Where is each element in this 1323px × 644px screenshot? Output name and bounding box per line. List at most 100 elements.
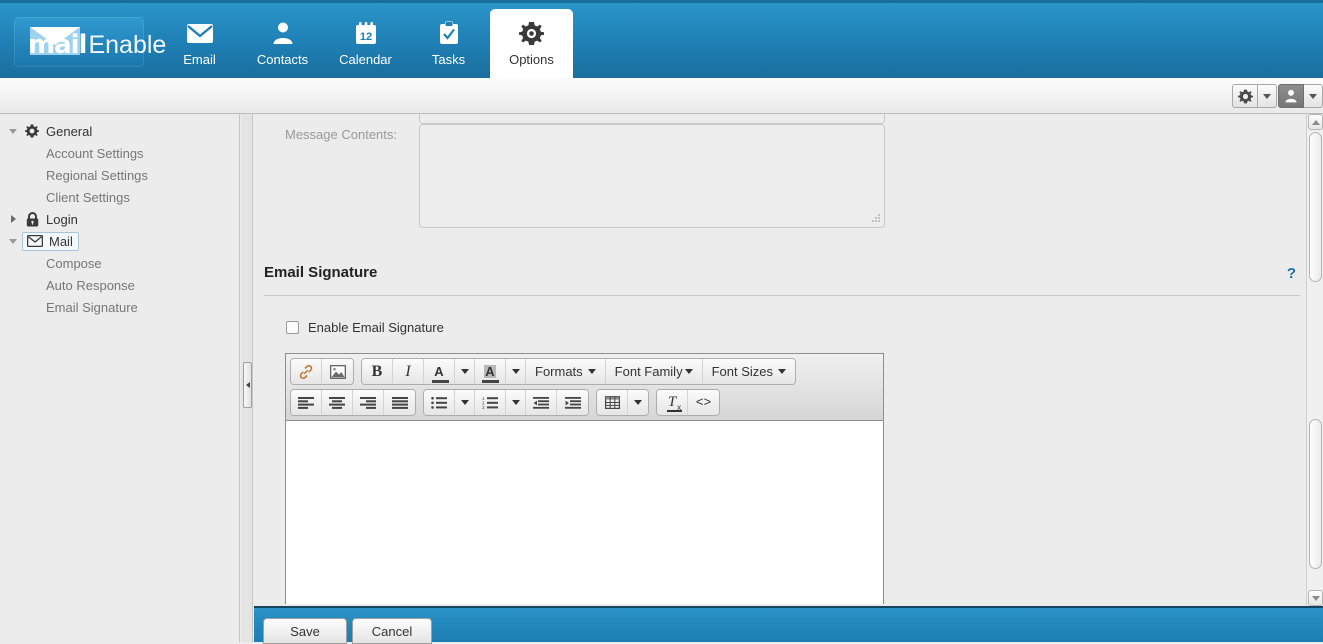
cancel-button[interactable]: Cancel (352, 618, 432, 644)
save-button[interactable]: Save (263, 618, 347, 644)
insert-image-button[interactable] (322, 359, 353, 384)
gear-icon[interactable] (1232, 84, 1258, 108)
panel-splitter[interactable] (241, 114, 253, 642)
calendar-icon: 12 (354, 18, 378, 48)
clipboard-check-icon (438, 18, 460, 48)
bullet-list-caret[interactable] (455, 390, 475, 415)
mailenable-logo: mail Enable (14, 17, 166, 67)
gear-icon (22, 124, 42, 138)
sidebar-group-login[interactable]: Login (0, 208, 239, 230)
chevron-down-icon[interactable] (1304, 84, 1323, 108)
expander-down-icon[interactable] (4, 128, 22, 134)
options-sidebar: General Account Settings Regional Settin… (0, 114, 240, 642)
bold-button[interactable]: B (362, 359, 393, 384)
editor-toolbar-row-2: 123 (290, 389, 879, 416)
nav-tab-tasks[interactable]: Tasks (407, 9, 490, 81)
sidebar-item-client-settings[interactable]: Client Settings (0, 186, 239, 208)
enable-email-signature-label: Enable Email Signature (308, 320, 444, 335)
scrollbar-thumb-lower[interactable] (1309, 419, 1322, 569)
numbered-list-button[interactable]: 123 (475, 390, 506, 415)
align-justify-button[interactable] (384, 390, 415, 415)
table-caret[interactable] (628, 390, 648, 415)
nav-tab-calendar-label: Calendar (339, 52, 392, 67)
signature-editor-body[interactable] (286, 421, 883, 569)
sidebar-item-auto-response[interactable]: Auto Response (0, 274, 239, 296)
background-color-caret[interactable] (506, 359, 526, 384)
secondary-toolbar (0, 78, 1323, 114)
enable-email-signature-checkbox[interactable] (286, 321, 299, 334)
sidebar-item-regional-settings[interactable]: Regional Settings (0, 164, 239, 186)
settings-split-button[interactable] (1232, 84, 1277, 108)
font-family-menu-label: Font Family (614, 364, 683, 379)
content-vertical-scrollbar[interactable] (1306, 114, 1323, 606)
editor-group-alignment (290, 389, 416, 416)
indent-button[interactable] (557, 390, 588, 415)
align-center-button[interactable] (322, 390, 353, 415)
editor-toolbar: B I A A Formats Font Family Font Sizes 1… (286, 354, 883, 421)
source-code-button[interactable]: <​> (688, 390, 719, 415)
align-left-button[interactable] (291, 390, 322, 415)
form-footer: Save Cancel (254, 606, 1323, 644)
text-color-button[interactable]: A (424, 359, 455, 384)
options-content-panel: Message Contents: Email Signature ? Enab… (254, 114, 1310, 604)
subject-field-partial[interactable] (419, 114, 885, 124)
chevron-down-icon[interactable] (1258, 84, 1277, 108)
nav-tab-tasks-label: Tasks (431, 52, 466, 67)
sidebar-group-mail[interactable]: Mail (0, 230, 239, 252)
page-title: Email Signature (264, 264, 378, 281)
scrollbar-thumb-upper[interactable] (1309, 132, 1322, 282)
numbered-list-caret[interactable] (506, 390, 526, 415)
scroll-down-arrow-icon[interactable] (1308, 590, 1323, 606)
sidebar-item-account-settings[interactable]: Account Settings (0, 142, 239, 164)
editor-toolbar-row-1: B I A A Formats Font Family Font Sizes (290, 358, 879, 385)
sidebar-item-email-signature[interactable]: Email Signature (0, 296, 239, 318)
expander-down-icon[interactable] (4, 238, 22, 244)
sidebar-item-compose[interactable]: Compose (0, 252, 239, 274)
main-nav: Email Contacts 12 Calendar Tasks Options (158, 9, 573, 81)
font-family-menu[interactable]: Font Family (605, 359, 703, 384)
enable-email-signature-row[interactable]: Enable Email Signature (286, 320, 444, 335)
help-icon[interactable]: ? (1287, 265, 1296, 282)
nav-tab-contacts[interactable]: Contacts (241, 9, 324, 81)
email-signature-section-header: Email Signature ? (264, 264, 1300, 296)
nav-tab-contacts-label: Contacts (256, 52, 309, 67)
sidebar-group-login-label: Login (46, 211, 78, 227)
nav-tab-calendar[interactable]: 12 Calendar (324, 9, 407, 81)
font-sizes-menu[interactable]: Font Sizes (702, 359, 795, 384)
italic-button[interactable]: I (393, 359, 424, 384)
message-contents-textarea[interactable] (419, 124, 885, 228)
outdent-button[interactable] (526, 390, 557, 415)
nav-tab-email[interactable]: Email (158, 9, 241, 81)
app-header: mail Enable Email Contacts 12 Calendar T… (0, 0, 1323, 81)
table-button[interactable] (597, 390, 628, 415)
text-color-caret[interactable] (455, 359, 475, 384)
sidebar-group-mail-label: Mail (49, 233, 73, 249)
clear-formatting-button[interactable]: T x (657, 390, 688, 415)
splitter-collapse-handle[interactable] (243, 362, 252, 408)
scroll-up-arrow-icon[interactable] (1308, 114, 1323, 130)
background-color-button[interactable]: A (475, 359, 506, 384)
font-sizes-menu-label: Font Sizes (711, 364, 773, 379)
expander-right-icon[interactable] (4, 215, 22, 223)
message-contents-label: Message Contents: (285, 127, 398, 142)
align-right-button[interactable] (353, 390, 384, 415)
editor-group-lists: 123 (423, 389, 589, 416)
editor-group-table (596, 389, 649, 416)
envelope-icon (186, 18, 214, 48)
envelope-icon (25, 235, 45, 247)
svg-text:3: 3 (482, 405, 485, 409)
signature-rich-text-editor: B I A A Formats Font Family Font Sizes 1… (285, 353, 884, 604)
editor-group-text-format: B I A A Formats Font Family Font Sizes (361, 358, 796, 385)
user-icon[interactable] (1278, 84, 1304, 108)
svg-text:12: 12 (359, 31, 371, 43)
nav-tab-options[interactable]: Options (490, 9, 573, 81)
sidebar-group-general-label: General (46, 123, 93, 139)
account-split-button[interactable] (1278, 84, 1323, 108)
nav-tab-options-label: Options (509, 52, 554, 67)
sidebar-group-general[interactable]: General (0, 120, 239, 142)
person-icon (271, 18, 295, 48)
insert-link-button[interactable] (291, 359, 322, 384)
bullet-list-button[interactable] (424, 390, 455, 415)
formats-menu[interactable]: Formats (526, 359, 606, 384)
lock-icon (22, 211, 42, 227)
